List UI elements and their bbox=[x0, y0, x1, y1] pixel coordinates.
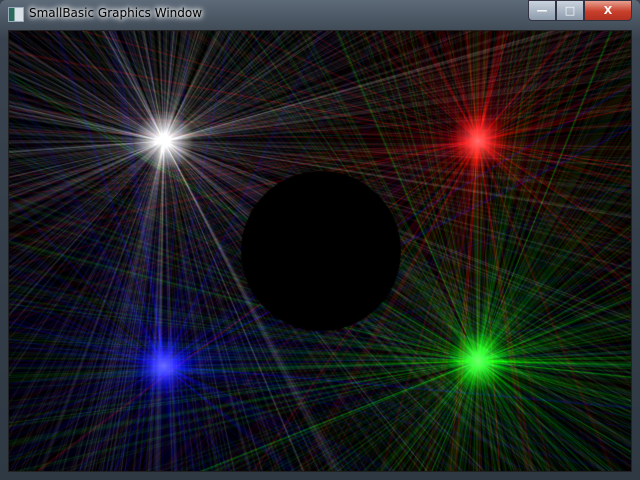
graphics-canvas[interactable] bbox=[8, 30, 632, 472]
app-icon bbox=[8, 7, 24, 22]
maximize-button[interactable]: □ bbox=[556, 0, 584, 21]
close-button[interactable]: X bbox=[584, 0, 632, 21]
graphics-window: SmallBasic Graphics Window — □ X bbox=[0, 0, 640, 480]
title-bar[interactable]: SmallBasic Graphics Window — □ X bbox=[0, 0, 640, 28]
window-title: SmallBasic Graphics Window bbox=[29, 6, 203, 20]
minimize-button[interactable]: — bbox=[528, 0, 556, 21]
